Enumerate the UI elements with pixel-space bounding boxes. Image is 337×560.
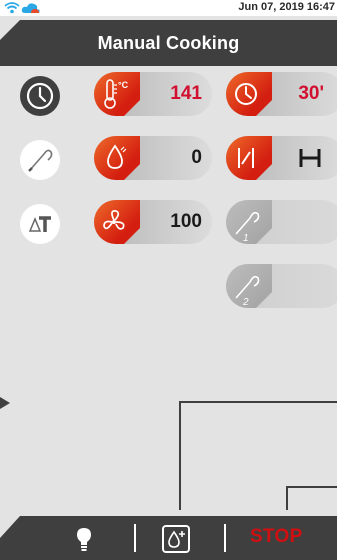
light-button[interactable] [70,522,98,554]
decorative-lines [179,401,337,510]
add-water-button[interactable] [161,524,191,554]
bottom-bar: STOP [0,516,337,560]
stop-button[interactable]: STOP [250,526,303,548]
water-drop-plus-icon [162,525,190,553]
separator [134,524,136,552]
separator [224,524,226,552]
light-bulb-icon [77,528,91,551]
